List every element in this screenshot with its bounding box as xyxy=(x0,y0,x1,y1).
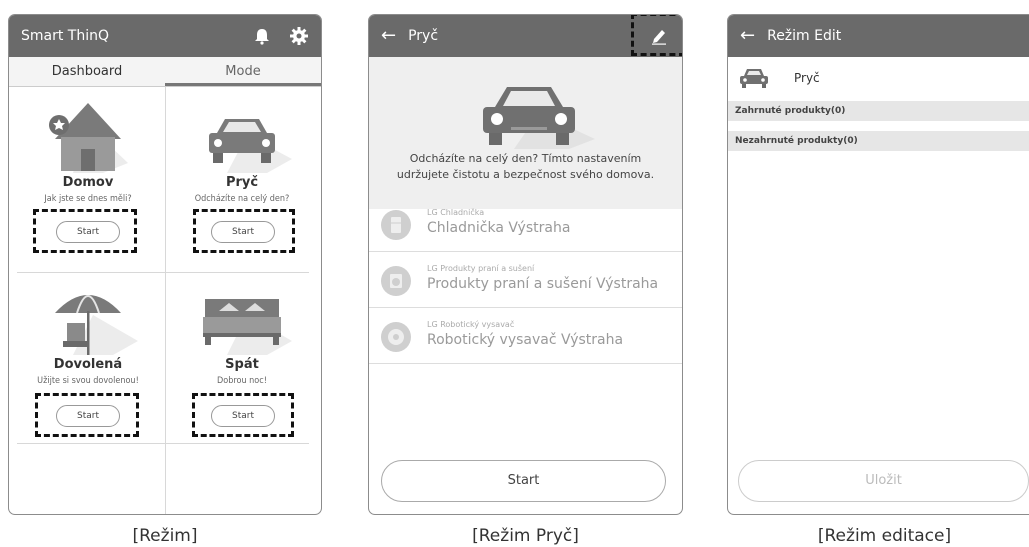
mode-row: Pryč xyxy=(728,57,1029,99)
description-line: udržujete čistotu a bezpečnost svého dom… xyxy=(396,168,655,181)
product-name: Produkty praní a sušení Výstraha xyxy=(427,276,659,292)
bell-icon[interactable] xyxy=(253,27,271,49)
description-line: Odcházíte na celý den? Tímto nastavením xyxy=(409,152,642,165)
product-category: LG Produkty praní a sušení xyxy=(427,264,535,273)
mode-card-sleep[interactable]: Spát Dobrou noc! xyxy=(168,285,316,386)
app-bar: ← Režim Edit xyxy=(728,15,1029,57)
gear-icon[interactable] xyxy=(289,26,309,50)
highlight-box xyxy=(33,209,137,253)
mode-card-away[interactable]: Pryč Odcházíte na celý den? xyxy=(168,99,316,204)
umbrella-icon xyxy=(55,295,138,355)
product-name: Chladnička Výstraha xyxy=(427,220,571,236)
mode-card-home[interactable]: Domov Jak jste se dnes měli? xyxy=(14,99,162,204)
start-button[interactable]: Start xyxy=(381,460,666,502)
back-arrow-icon[interactable]: ← xyxy=(381,27,396,45)
card-subtitle: Dobrou noc! xyxy=(217,376,267,386)
product-row[interactable]: LG Chladnička Chladnička Výstraha xyxy=(369,196,682,252)
excluded-products-header[interactable]: Nezahrnuté produkty(0) xyxy=(728,131,1029,151)
card-subtitle: Jak jste se dnes měli? xyxy=(44,194,132,204)
highlight-box xyxy=(193,209,295,253)
back-arrow-icon[interactable]: ← xyxy=(740,27,755,45)
card-subtitle: Užijte si svou dovolenou! xyxy=(37,376,139,386)
screen-title: Režim Edit xyxy=(767,28,842,44)
card-title: Spát xyxy=(225,357,259,372)
bed-icon xyxy=(203,299,292,355)
edit-mode-screen: ← Režim Edit Pryč Zahrnuté produkty(0) N… xyxy=(727,14,1029,515)
grid-divider xyxy=(165,87,166,514)
mode-card-vacation[interactable]: Dovolená Užijte si svou dovolenou! xyxy=(14,285,162,386)
caption-mode: [Režim] xyxy=(132,526,198,546)
product-row[interactable]: LG Robotický vysavač Robotický vysavač V… xyxy=(369,308,682,364)
save-button[interactable]: Uložit xyxy=(738,460,1029,502)
fridge-icon xyxy=(381,210,411,240)
product-row[interactable]: LG Produkty praní a sušení Produkty pran… xyxy=(369,252,682,308)
product-category: LG Chladnička xyxy=(427,208,485,217)
grid-divider xyxy=(17,272,309,273)
away-mode-screen: ← Pryč Odcházíte na celý den? Tímto nast… xyxy=(368,14,683,515)
mode-hero: Odcházíte na celý den? Tímto nastavením … xyxy=(369,57,682,209)
tab-dashboard[interactable]: Dashboard xyxy=(9,57,165,86)
product-name: Robotický vysavač Výstraha xyxy=(427,332,624,348)
tab-bar: Dashboard Mode xyxy=(9,57,321,87)
card-title: Domov xyxy=(62,175,114,190)
card-title: Pryč xyxy=(225,175,259,190)
tab-mode[interactable]: Mode xyxy=(165,57,321,86)
mode-screen: Smart ThinQ Dashboard Mode Domov Jak jst… xyxy=(8,14,322,515)
washer-icon xyxy=(381,266,411,296)
robot-vacuum-icon xyxy=(381,322,411,352)
included-products-header[interactable]: Zahrnuté produkty(0) xyxy=(728,101,1029,121)
car-icon xyxy=(740,69,768,88)
house-icon xyxy=(49,103,128,173)
highlight-box xyxy=(631,15,682,56)
caption-away-mode: [Režim Pryč] xyxy=(472,526,579,546)
app-title: Smart ThinQ xyxy=(21,28,110,44)
mode-name: Pryč xyxy=(794,71,820,85)
app-bar: Smart ThinQ xyxy=(9,15,321,57)
grid-divider xyxy=(17,443,309,444)
card-title: Dovolená xyxy=(53,357,123,372)
highlight-box xyxy=(192,393,294,437)
car-icon xyxy=(483,87,595,149)
screen-title: Pryč xyxy=(408,28,439,44)
mode-description: Odcházíte na celý den? Tímto nastavením … xyxy=(369,151,682,183)
product-category: LG Robotický vysavač xyxy=(427,320,515,329)
caption-edit-mode: [Režim editace] xyxy=(817,526,952,546)
car-icon xyxy=(209,119,292,173)
highlight-box xyxy=(35,393,139,437)
card-subtitle: Odcházíte na celý den? xyxy=(194,194,290,204)
